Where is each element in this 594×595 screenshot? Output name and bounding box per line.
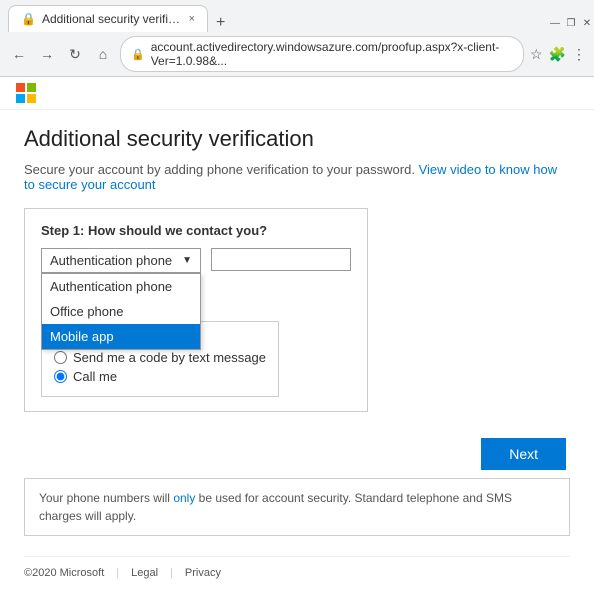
ms-logo-red: [16, 83, 25, 92]
tab-close-button[interactable]: ×: [189, 13, 195, 25]
contact-method-dropdown[interactable]: Authentication phone ▼: [41, 248, 201, 273]
dropdown-option-mobile-app[interactable]: Mobile app: [42, 324, 200, 349]
step-label: Step 1: How should we contact you?: [41, 223, 351, 238]
ms-logo-bar: [0, 77, 594, 110]
dropdown-option-auth-phone[interactable]: Authentication phone: [42, 274, 200, 299]
active-tab[interactable]: 🔒 Additional security verification ×: [8, 5, 208, 32]
back-button[interactable]: ←: [8, 43, 30, 65]
new-tab-button[interactable]: +: [212, 14, 229, 32]
lock-icon: 🔒: [131, 48, 145, 61]
extensions-icon: 🧩: [549, 46, 566, 63]
refresh-button[interactable]: ↻: [64, 43, 86, 65]
tab-favicon: 🔒: [21, 12, 36, 26]
next-button-row: Next: [24, 438, 570, 470]
info-text-highlight: only: [173, 491, 195, 505]
page-subtitle: Secure your account by adding phone veri…: [24, 162, 570, 192]
dropdown-selected-text: Authentication phone: [50, 253, 182, 268]
footer-copyright: ©2020 Microsoft: [24, 567, 104, 579]
next-button[interactable]: Next: [481, 438, 566, 470]
dropdown-option-office-phone[interactable]: Office phone: [42, 299, 200, 324]
footer-divider: |: [116, 567, 119, 579]
info-text-before: Your phone numbers will: [39, 491, 173, 505]
footer-legal-link[interactable]: Legal: [131, 567, 158, 579]
radio-call[interactable]: [54, 370, 67, 383]
radio-text-message: Send me a code by text message: [54, 350, 266, 365]
dropdown-arrow-icon: ▼: [182, 255, 192, 266]
window-controls: — ❐ ✕: [548, 16, 594, 30]
address-bar[interactable]: 🔒 account.activedirectory.windowsazure.c…: [120, 36, 524, 72]
footer: ©2020 Microsoft | Legal | Privacy: [24, 556, 570, 579]
forward-button[interactable]: →: [36, 43, 58, 65]
info-bar: Your phone numbers will only be used for…: [24, 478, 570, 536]
bookmark-icon[interactable]: ☆: [530, 46, 543, 63]
subtitle-text: Secure your account by adding phone veri…: [24, 162, 415, 177]
microsoft-logo: [16, 83, 36, 103]
step-box: Step 1: How should we contact you? Authe…: [24, 208, 368, 412]
home-button[interactable]: ⌂: [92, 43, 114, 65]
dropdown-menu: Authentication phone Office phone Mobile…: [41, 273, 201, 350]
browser-menu-icon[interactable]: ⋮: [572, 46, 586, 63]
radio-call-me: Call me: [54, 369, 266, 384]
radio-call-label[interactable]: Call me: [73, 369, 117, 384]
ms-logo-green: [27, 83, 36, 92]
address-text: account.activedirectory.windowsazure.com…: [151, 40, 513, 68]
tab-bar: 🔒 Additional security verification × + —…: [0, 0, 594, 32]
footer-divider-2: |: [170, 567, 173, 579]
ms-logo-yellow: [27, 94, 36, 103]
browser-chrome: 🔒 Additional security verification × + —…: [0, 0, 594, 77]
radio-sms-label[interactable]: Send me a code by text message: [73, 350, 266, 365]
restore-button[interactable]: ❐: [564, 16, 578, 30]
close-button[interactable]: ✕: [580, 16, 594, 30]
contact-method-dropdown-container: Authentication phone ▼ Authentication ph…: [41, 248, 201, 273]
footer-privacy-link[interactable]: Privacy: [185, 567, 221, 579]
phone-number-input[interactable]: [211, 248, 351, 271]
minimize-button[interactable]: —: [548, 16, 562, 30]
radio-sms[interactable]: [54, 351, 67, 364]
address-bar-row: ← → ↻ ⌂ 🔒 account.activedirectory.window…: [0, 32, 594, 76]
ms-logo-blue: [16, 94, 25, 103]
main-content: Additional security verification Secure …: [0, 110, 594, 595]
tab-title: Additional security verification: [42, 12, 183, 26]
page-title: Additional security verification: [24, 126, 570, 152]
page-content: Additional security verification Secure …: [0, 77, 594, 595]
